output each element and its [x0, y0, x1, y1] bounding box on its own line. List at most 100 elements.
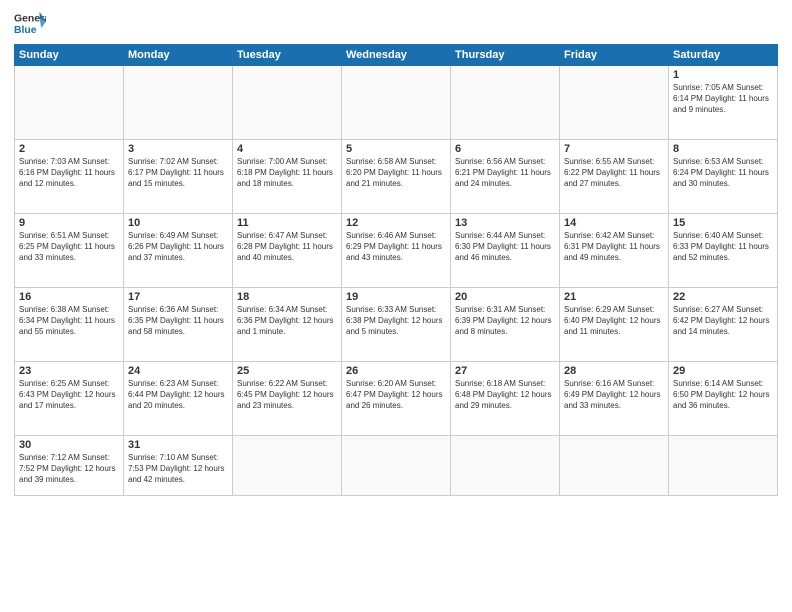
day-number: 3 [128, 143, 228, 155]
day-number: 23 [19, 365, 119, 377]
day-number: 11 [237, 217, 337, 229]
calendar-cell [342, 66, 451, 140]
calendar-week-row: 1Sunrise: 7:05 AM Sunset: 6:14 PM Daylig… [15, 66, 778, 140]
day-info: Sunrise: 6:36 AM Sunset: 6:35 PM Dayligh… [128, 304, 228, 338]
day-number: 19 [346, 291, 446, 303]
header: General Blue [14, 10, 778, 38]
calendar-cell: 14Sunrise: 6:42 AM Sunset: 6:31 PM Dayli… [560, 214, 669, 288]
day-info: Sunrise: 7:03 AM Sunset: 6:16 PM Dayligh… [19, 156, 119, 190]
calendar-table: SundayMondayTuesdayWednesdayThursdayFrid… [14, 44, 778, 496]
day-info: Sunrise: 6:47 AM Sunset: 6:28 PM Dayligh… [237, 230, 337, 264]
calendar-cell: 31Sunrise: 7:10 AM Sunset: 7:53 PM Dayli… [124, 436, 233, 496]
calendar-cell: 11Sunrise: 6:47 AM Sunset: 6:28 PM Dayli… [233, 214, 342, 288]
day-info: Sunrise: 7:12 AM Sunset: 7:52 PM Dayligh… [19, 452, 119, 486]
day-info: Sunrise: 6:33 AM Sunset: 6:38 PM Dayligh… [346, 304, 446, 338]
day-info: Sunrise: 6:51 AM Sunset: 6:25 PM Dayligh… [19, 230, 119, 264]
day-number: 6 [455, 143, 555, 155]
day-number: 8 [673, 143, 773, 155]
day-info: Sunrise: 6:49 AM Sunset: 6:26 PM Dayligh… [128, 230, 228, 264]
calendar-cell [233, 66, 342, 140]
day-info: Sunrise: 6:14 AM Sunset: 6:50 PM Dayligh… [673, 378, 773, 412]
day-info: Sunrise: 6:27 AM Sunset: 6:42 PM Dayligh… [673, 304, 773, 338]
day-number: 13 [455, 217, 555, 229]
calendar-week-row: 2Sunrise: 7:03 AM Sunset: 6:16 PM Daylig… [15, 140, 778, 214]
day-number: 12 [346, 217, 446, 229]
day-number: 9 [19, 217, 119, 229]
day-number: 28 [564, 365, 664, 377]
calendar-week-row: 30Sunrise: 7:12 AM Sunset: 7:52 PM Dayli… [15, 436, 778, 496]
day-number: 27 [455, 365, 555, 377]
day-number: 5 [346, 143, 446, 155]
calendar-cell [15, 66, 124, 140]
calendar-cell: 7Sunrise: 6:55 AM Sunset: 6:22 PM Daylig… [560, 140, 669, 214]
calendar-cell [233, 436, 342, 496]
calendar-cell: 3Sunrise: 7:02 AM Sunset: 6:17 PM Daylig… [124, 140, 233, 214]
day-number: 2 [19, 143, 119, 155]
calendar-cell [451, 66, 560, 140]
calendar-cell: 9Sunrise: 6:51 AM Sunset: 6:25 PM Daylig… [15, 214, 124, 288]
calendar-cell: 27Sunrise: 6:18 AM Sunset: 6:48 PM Dayli… [451, 362, 560, 436]
calendar-cell: 24Sunrise: 6:23 AM Sunset: 6:44 PM Dayli… [124, 362, 233, 436]
calendar-cell: 8Sunrise: 6:53 AM Sunset: 6:24 PM Daylig… [669, 140, 778, 214]
day-info: Sunrise: 6:31 AM Sunset: 6:39 PM Dayligh… [455, 304, 555, 338]
day-info: Sunrise: 6:25 AM Sunset: 6:43 PM Dayligh… [19, 378, 119, 412]
logo: General Blue [14, 10, 46, 38]
calendar-cell: 25Sunrise: 6:22 AM Sunset: 6:45 PM Dayli… [233, 362, 342, 436]
day-number: 4 [237, 143, 337, 155]
weekday-header-thursday: Thursday [451, 45, 560, 66]
calendar-cell: 19Sunrise: 6:33 AM Sunset: 6:38 PM Dayli… [342, 288, 451, 362]
weekday-header-monday: Monday [124, 45, 233, 66]
day-info: Sunrise: 6:22 AM Sunset: 6:45 PM Dayligh… [237, 378, 337, 412]
calendar-cell: 6Sunrise: 6:56 AM Sunset: 6:21 PM Daylig… [451, 140, 560, 214]
calendar-cell [669, 436, 778, 496]
calendar-week-row: 23Sunrise: 6:25 AM Sunset: 6:43 PM Dayli… [15, 362, 778, 436]
day-number: 31 [128, 439, 228, 451]
generalblue-logo-icon: General Blue [14, 10, 46, 38]
calendar-cell: 16Sunrise: 6:38 AM Sunset: 6:34 PM Dayli… [15, 288, 124, 362]
day-number: 22 [673, 291, 773, 303]
calendar-cell: 15Sunrise: 6:40 AM Sunset: 6:33 PM Dayli… [669, 214, 778, 288]
calendar-cell: 23Sunrise: 6:25 AM Sunset: 6:43 PM Dayli… [15, 362, 124, 436]
day-number: 26 [346, 365, 446, 377]
day-info: Sunrise: 6:46 AM Sunset: 6:29 PM Dayligh… [346, 230, 446, 264]
weekday-header-sunday: Sunday [15, 45, 124, 66]
calendar-cell: 22Sunrise: 6:27 AM Sunset: 6:42 PM Dayli… [669, 288, 778, 362]
weekday-header-friday: Friday [560, 45, 669, 66]
calendar-cell: 5Sunrise: 6:58 AM Sunset: 6:20 PM Daylig… [342, 140, 451, 214]
calendar-cell: 13Sunrise: 6:44 AM Sunset: 6:30 PM Dayli… [451, 214, 560, 288]
weekday-header-saturday: Saturday [669, 45, 778, 66]
calendar-header-row: SundayMondayTuesdayWednesdayThursdayFrid… [15, 45, 778, 66]
day-info: Sunrise: 6:18 AM Sunset: 6:48 PM Dayligh… [455, 378, 555, 412]
day-number: 20 [455, 291, 555, 303]
day-number: 16 [19, 291, 119, 303]
day-info: Sunrise: 6:44 AM Sunset: 6:30 PM Dayligh… [455, 230, 555, 264]
svg-text:Blue: Blue [14, 25, 37, 36]
day-number: 1 [673, 69, 773, 81]
calendar-cell: 17Sunrise: 6:36 AM Sunset: 6:35 PM Dayli… [124, 288, 233, 362]
calendar-cell: 10Sunrise: 6:49 AM Sunset: 6:26 PM Dayli… [124, 214, 233, 288]
calendar-cell: 4Sunrise: 7:00 AM Sunset: 6:18 PM Daylig… [233, 140, 342, 214]
calendar-week-row: 16Sunrise: 6:38 AM Sunset: 6:34 PM Dayli… [15, 288, 778, 362]
day-number: 14 [564, 217, 664, 229]
calendar-cell: 29Sunrise: 6:14 AM Sunset: 6:50 PM Dayli… [669, 362, 778, 436]
day-number: 10 [128, 217, 228, 229]
calendar-cell: 2Sunrise: 7:03 AM Sunset: 6:16 PM Daylig… [15, 140, 124, 214]
weekday-header-wednesday: Wednesday [342, 45, 451, 66]
day-info: Sunrise: 6:38 AM Sunset: 6:34 PM Dayligh… [19, 304, 119, 338]
calendar-cell: 20Sunrise: 6:31 AM Sunset: 6:39 PM Dayli… [451, 288, 560, 362]
day-info: Sunrise: 7:10 AM Sunset: 7:53 PM Dayligh… [128, 452, 228, 486]
day-number: 15 [673, 217, 773, 229]
day-number: 17 [128, 291, 228, 303]
calendar-cell [124, 66, 233, 140]
day-info: Sunrise: 6:56 AM Sunset: 6:21 PM Dayligh… [455, 156, 555, 190]
day-number: 30 [19, 439, 119, 451]
day-info: Sunrise: 6:42 AM Sunset: 6:31 PM Dayligh… [564, 230, 664, 264]
day-info: Sunrise: 6:53 AM Sunset: 6:24 PM Dayligh… [673, 156, 773, 190]
calendar-cell [560, 66, 669, 140]
calendar-cell: 28Sunrise: 6:16 AM Sunset: 6:49 PM Dayli… [560, 362, 669, 436]
day-number: 7 [564, 143, 664, 155]
day-number: 21 [564, 291, 664, 303]
day-info: Sunrise: 6:20 AM Sunset: 6:47 PM Dayligh… [346, 378, 446, 412]
calendar-cell: 30Sunrise: 7:12 AM Sunset: 7:52 PM Dayli… [15, 436, 124, 496]
weekday-header-tuesday: Tuesday [233, 45, 342, 66]
